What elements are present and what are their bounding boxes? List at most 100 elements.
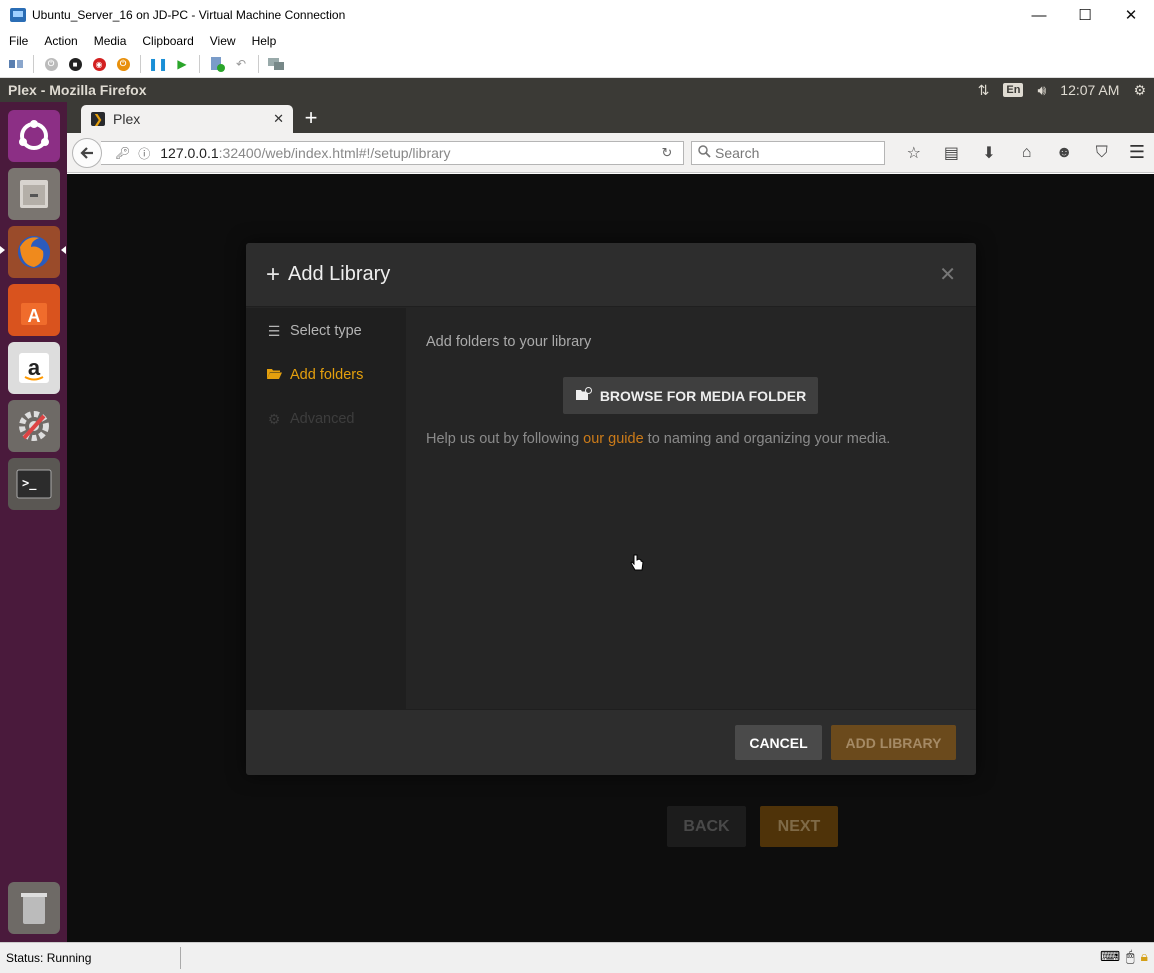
minimize-button[interactable]: — <box>1016 0 1062 30</box>
step-advanced: ⚙ Advanced <box>266 409 355 429</box>
dash-icon[interactable] <box>8 110 60 162</box>
vm-window-titlebar: Ubuntu_Server_16 on JD-PC - Virtual Mach… <box>0 0 1154 30</box>
list-icon: ☰ <box>267 322 281 339</box>
mouse-icon: 🖱︎ <box>1126 948 1135 964</box>
url-bar[interactable]: 🔑︎ ⓘ 127.0.0.1:32400/web/index.html#!/se… <box>101 141 684 165</box>
svg-text:A: A <box>28 306 41 326</box>
tab-plex[interactable]: ❯ Plex ✕ <box>81 105 293 133</box>
network-icon[interactable]: ⇅ <box>978 82 990 99</box>
volume-icon[interactable]: 🔊︎ <box>1037 82 1046 99</box>
search-input[interactable] <box>715 145 875 161</box>
dialog-footer: CANCEL ADD LIBRARY <box>246 709 976 775</box>
menu-help[interactable]: Help <box>244 34 285 48</box>
menu-action[interactable]: Action <box>36 34 85 48</box>
downloads-icon[interactable]: ⬇ <box>970 143 1008 163</box>
ctrl-alt-del-icon[interactable] <box>6 54 26 74</box>
save-state-icon[interactable]: ⏻ <box>113 54 133 74</box>
menu-view[interactable]: View <box>202 34 244 48</box>
close-dialog-icon[interactable]: ✕ <box>939 262 956 287</box>
browse-label: BROWSE FOR MEDIA FOLDER <box>599 387 807 404</box>
active-window-title: Plex - Mozilla Firefox <box>8 82 147 98</box>
start-icon[interactable]: ⏻ <box>41 54 61 74</box>
dialog-title: Add Library <box>288 263 391 285</box>
cancel-button[interactable]: CANCEL <box>735 725 822 760</box>
hello-icon[interactable]: ☻ <box>1045 144 1083 162</box>
hand-cursor-icon <box>630 554 644 577</box>
browse-media-folder-button[interactable]: BROWSE FOR MEDIA FOLDER <box>563 377 818 414</box>
url-text[interactable]: 127.0.0.1:32400/web/index.html#!/setup/l… <box>160 145 450 161</box>
settings-gear-icon[interactable]: ⚙ <box>1133 82 1146 99</box>
plex-setup-page: BACK NEXT + Add Library ✕ ☰ Select type … <box>67 174 1154 942</box>
firefox-tabbar: ❯ Plex ✕ + <box>67 102 1154 133</box>
dialog-header: + Add Library ✕ <box>246 243 976 307</box>
dialog-steps-sidebar: ☰ Select type Add folders ⚙ Advanced <box>246 308 406 709</box>
search-icon <box>698 145 711 161</box>
turn-off-icon[interactable]: ■ <box>65 54 85 74</box>
software-center-icon[interactable]: A <box>8 284 60 336</box>
vm-menubar: File Action Media Clipboard View Help <box>0 30 1154 51</box>
step-select-type[interactable]: ☰ Select type <box>266 321 362 341</box>
clock[interactable]: 12:07 AM <box>1060 82 1119 98</box>
reading-list-icon[interactable]: ▤ <box>933 143 971 163</box>
panel-indicators: ⇅ En 🔊︎ 12:07 AM ⚙ <box>978 78 1154 102</box>
gear-icon: ⚙ <box>267 410 281 427</box>
back-button[interactable] <box>72 138 102 168</box>
close-tab-icon[interactable]: ✕ <box>273 111 284 127</box>
key-icon[interactable]: 🔑︎ <box>115 146 130 160</box>
add-library-dialog: + Add Library ✕ ☰ Select type Add folder… <box>246 243 976 775</box>
enhanced-session-icon[interactable] <box>266 54 286 74</box>
firefox-toolbar-icons: ☆ ▤ ⬇ ⌂ ☻ ⛉ <box>895 141 1121 165</box>
step-add-folders[interactable]: Add folders <box>266 365 363 385</box>
firefox-icon[interactable] <box>8 226 60 278</box>
hamburger-menu-icon[interactable]: ☰ <box>1126 142 1148 164</box>
window-controls: — ☐ ✕ <box>1016 0 1154 30</box>
toolbar-separator <box>33 55 34 73</box>
plus-icon: + <box>266 260 281 288</box>
vm-connection-icon <box>10 8 26 22</box>
firefox-navbar: 🔑︎ ⓘ 127.0.0.1:32400/web/index.html#!/se… <box>67 133 1154 173</box>
menu-clipboard[interactable]: Clipboard <box>134 34 201 48</box>
files-icon[interactable] <box>8 168 60 220</box>
terminal-icon[interactable]: >_ <box>8 458 60 510</box>
pocket-icon[interactable]: ⛉ <box>1083 144 1121 162</box>
pause-icon[interactable]: ❚❚ <box>148 54 168 74</box>
launcher-active-indicator <box>0 246 5 254</box>
toolbar-separator <box>199 55 200 73</box>
search-box[interactable] <box>691 141 885 165</box>
checkpoint-icon[interactable] <box>207 54 227 74</box>
add-folder-icon <box>575 387 592 404</box>
url-host: 127.0.0.1 <box>160 145 219 161</box>
menu-file[interactable]: File <box>0 34 36 48</box>
trash-icon[interactable] <box>8 882 60 934</box>
add-library-button[interactable]: ADD LIBRARY <box>831 725 956 760</box>
toolbar-separator <box>258 55 259 73</box>
bookmark-star-icon[interactable]: ☆ <box>895 143 933 163</box>
amazon-icon[interactable]: a <box>8 342 60 394</box>
help-text: Help us out by following our guide to na… <box>426 431 890 447</box>
tab-label: Plex <box>113 111 141 127</box>
reload-icon[interactable]: ↻ <box>651 141 683 165</box>
status-icons: ⌨ 🖱︎ 🔒︎ <box>1100 948 1148 965</box>
revert-icon[interactable]: ↶ <box>231 54 251 74</box>
maximize-button[interactable]: ☐ <box>1062 0 1108 30</box>
vm-status-bar: Status: Running ⌨ 🖱︎ 🔒︎ <box>0 942 1154 973</box>
folder-open-icon <box>266 367 282 383</box>
shutdown-icon[interactable]: ◉ <box>89 54 109 74</box>
menu-media[interactable]: Media <box>86 34 135 48</box>
keyboard-layout-indicator[interactable]: En <box>1003 83 1024 97</box>
our-guide-link[interactable]: our guide <box>583 431 643 447</box>
resume-icon[interactable]: ▶ <box>172 54 192 74</box>
dialog-content: Add folders to your library BROWSE FOR M… <box>406 308 976 709</box>
step-label: Select type <box>290 323 362 339</box>
info-icon[interactable]: ⓘ <box>138 145 150 162</box>
system-settings-icon[interactable] <box>8 400 60 452</box>
close-window-button[interactable]: ✕ <box>1108 0 1154 30</box>
new-tab-button[interactable]: + <box>300 105 322 131</box>
vm-status-text: Status: Running <box>0 947 181 969</box>
toolbar-separator <box>140 55 141 73</box>
home-icon[interactable]: ⌂ <box>1008 144 1046 162</box>
step-label: Advanced <box>290 411 355 427</box>
ubuntu-launcher: A a >_ <box>0 102 67 942</box>
ubuntu-top-panel: Plex - Mozilla Firefox ⇅ En 🔊︎ 12:07 AM … <box>0 78 1154 102</box>
help-suffix: to naming and organizing your media. <box>643 431 891 447</box>
